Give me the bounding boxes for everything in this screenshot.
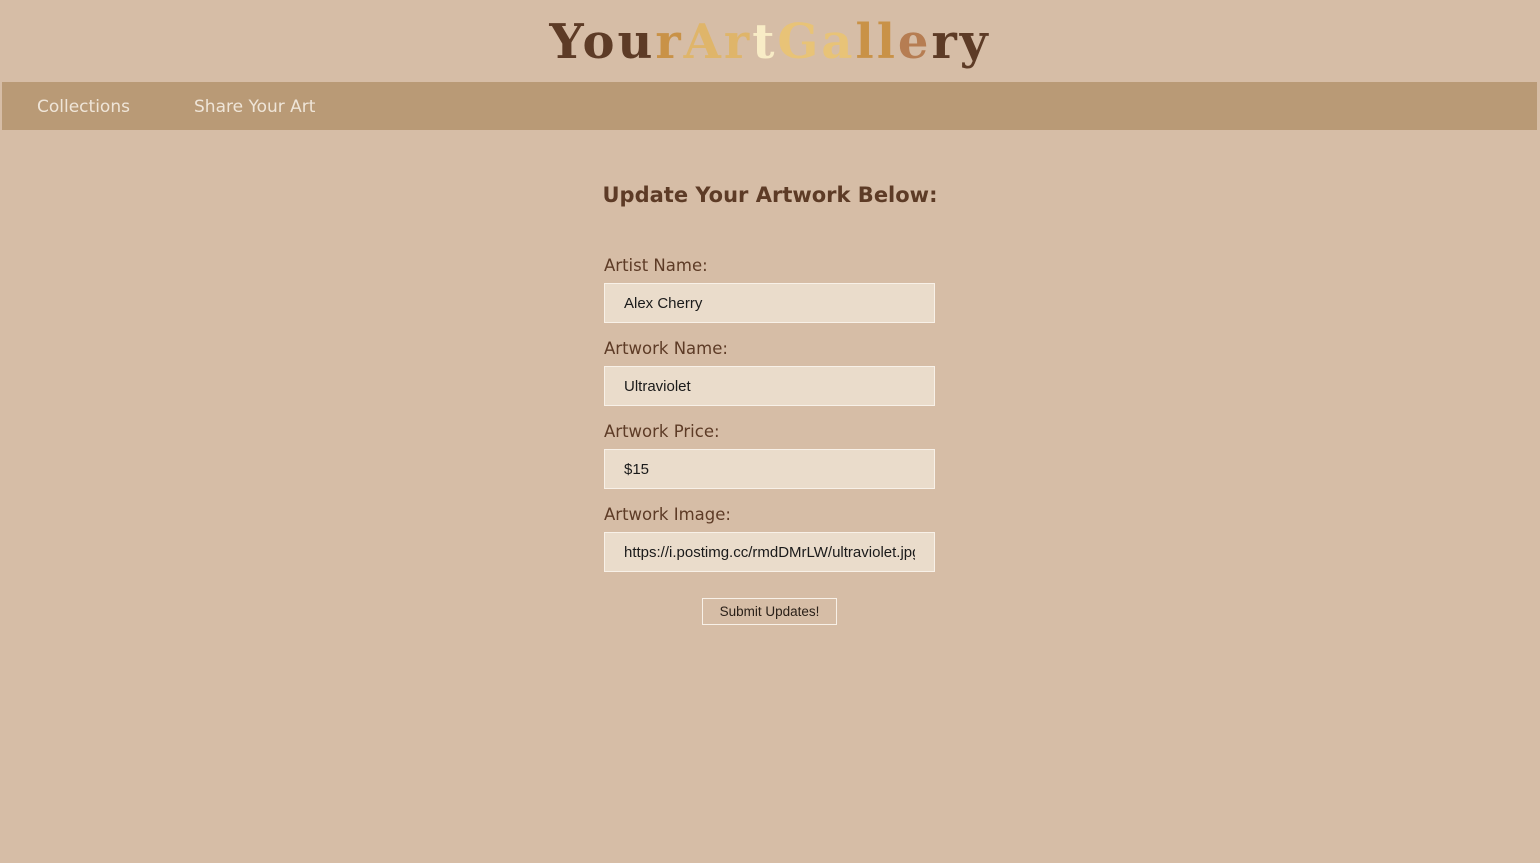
artist-name-input[interactable] (604, 283, 935, 323)
navbar: Collections Share Your Art (2, 82, 1537, 130)
artwork-image-input[interactable] (604, 532, 935, 572)
title-segment: r (655, 14, 684, 70)
title-segment: Ar (683, 14, 753, 70)
nav-link-collections[interactable]: Collections (37, 82, 130, 130)
submit-updates-button[interactable]: Submit Updates! (702, 598, 837, 625)
artwork-price-input[interactable] (604, 449, 935, 489)
nav-link-share-your-art[interactable]: Share Your Art (194, 82, 315, 130)
site-title: Your Art Gallery (0, 12, 1540, 72)
artwork-name-input[interactable] (604, 366, 935, 406)
artwork-price-label: Artwork Price: (604, 422, 720, 441)
title-segment: e (897, 14, 932, 70)
title-segment: Ga (777, 14, 856, 70)
title-segment: t (752, 14, 778, 70)
title-segment: ry (931, 14, 991, 70)
artwork-name-label: Artwork Name: (604, 339, 728, 358)
title-segment: You (549, 14, 656, 70)
title-segment: ll (855, 14, 898, 70)
artist-name-label: Artist Name: (604, 256, 708, 275)
form-heading: Update Your Artwork Below: (602, 183, 938, 207)
artwork-image-label: Artwork Image: (604, 505, 731, 524)
